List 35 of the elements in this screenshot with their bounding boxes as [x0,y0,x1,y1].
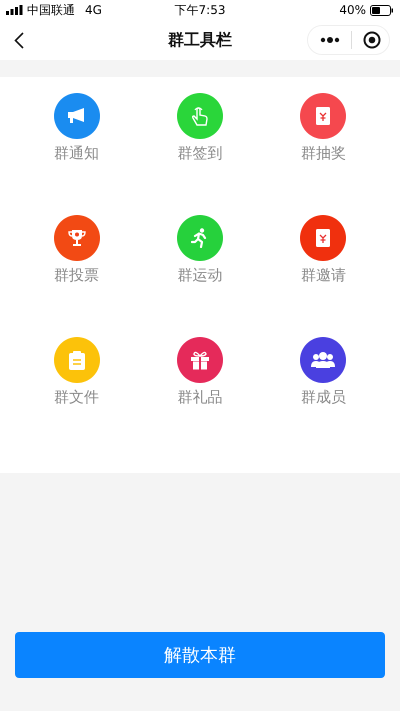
battery-icon [370,4,394,16]
tool-icon-background[interactable] [300,93,346,139]
tool-label: 群通知 [54,144,100,163]
status-time: 下午7:53 [174,2,226,18]
tool-label: 群运动 [177,266,222,285]
battery-percent: 40% [339,3,366,17]
tool-label: 群成员 [300,388,346,407]
tool-icon-background[interactable] [54,215,100,261]
close-icon[interactable] [363,31,381,49]
network-type: 4G [85,3,102,17]
money-envelope-icon [316,107,330,125]
tool-icon-background[interactable] [176,337,223,383]
tool-label: 群文件 [54,388,100,407]
trophy-icon [66,229,87,247]
tool-label: 群抽奖 [300,144,346,163]
money-envelope-icon [316,229,330,247]
more-icon[interactable] [320,37,340,43]
dissolve-group-button[interactable]: 解散本群 [15,632,385,678]
tool-label: 群签到 [177,144,222,163]
document-icon [68,350,85,370]
tool-icon-background[interactable] [300,215,346,261]
back-icon[interactable] [14,32,24,48]
runner-icon [190,228,209,248]
people-icon [311,352,336,368]
gift-icon [190,350,210,370]
carrier-name: 中国联通 [27,2,75,18]
tool-label: 群投票 [54,266,100,285]
signal-icon [6,5,23,15]
tool-label: 群礼品 [177,388,222,407]
page-title: 群工具栏 [168,30,232,50]
hand-icon [190,105,210,127]
tool-label: 群邀请 [300,266,346,285]
tool-icon-background[interactable] [300,337,346,383]
megaphone-icon [66,107,87,125]
tool-icon-background[interactable] [54,93,100,139]
